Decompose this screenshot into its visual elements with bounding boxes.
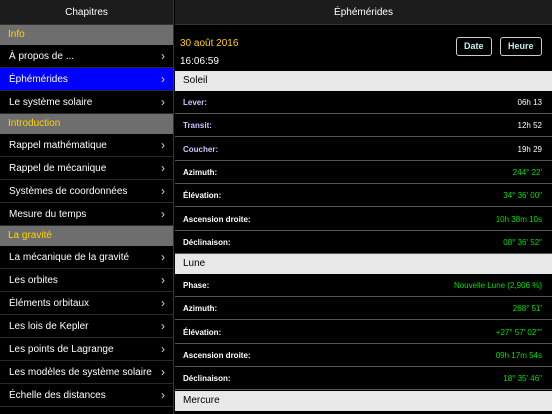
chevron-right-icon: ›	[161, 161, 165, 175]
time-button[interactable]: Heure	[500, 37, 542, 56]
chevron-right-icon: ›	[161, 49, 165, 63]
sidebar-item-le-systeme-solaire[interactable]: Le système solaire ›	[0, 91, 173, 114]
chevron-right-icon: ›	[161, 296, 165, 310]
sidebar-item-elements-orbitaux[interactable]: Éléments orbitaux ›	[0, 292, 173, 315]
sidebar-item-les-orbites[interactable]: Les orbites ›	[0, 269, 173, 292]
sidebar-item-label: Rappel mathématique	[9, 140, 107, 151]
sidebar-item-les-modeles-de-systeme-solaire[interactable]: Les modèles de système solaire ›	[0, 361, 173, 384]
sidebar-title: Chapitres	[0, 0, 173, 25]
chevron-right-icon: ›	[161, 207, 165, 221]
row-label: Déclinaison:	[183, 374, 231, 384]
sidebar-item-label: Les points de Lagrange	[9, 344, 114, 355]
chevron-right-icon: ›	[161, 319, 165, 333]
row-value: Nouvelle Lune (2,906 %)	[453, 281, 542, 291]
row-label: Ascension droite:	[183, 351, 251, 360]
ephemeris-row: Ascension droite: 09h 17m 54s	[175, 344, 552, 367]
row-label: Élévation:	[183, 327, 222, 337]
row-value: 244° 22'	[512, 167, 542, 177]
current-time: 16:06:59	[180, 56, 219, 67]
section-header-info: Info	[0, 25, 173, 45]
row-label: Phase:	[183, 281, 210, 291]
row-label: Transit:	[183, 121, 212, 131]
date-button[interactable]: Date	[456, 37, 492, 56]
chevron-right-icon: ›	[161, 273, 165, 287]
row-value: 09h 17m 54s	[495, 351, 542, 360]
ephemeris-row: Élévation: 34° 36' 00"	[175, 184, 552, 208]
page-title: Éphémérides	[175, 0, 552, 25]
sidebar-item-label: Éphémérides	[9, 74, 68, 85]
current-date: 30 août 2016	[180, 38, 239, 49]
sidebar-item-label: Les lois de Kepler	[9, 321, 89, 332]
sidebar-item-label: Éléments orbitaux	[9, 298, 90, 309]
ephemeris-row: Ascension droite: 10h 38m 10s	[175, 208, 552, 231]
row-value: 08° 36' 52"	[503, 237, 542, 247]
row-label: Azimuth:	[183, 167, 218, 177]
row-label: Lever:	[183, 98, 208, 107]
ephemeris-row: Déclinaison: 18° 35' 46"	[175, 367, 552, 391]
chevron-right-icon: ›	[161, 95, 165, 109]
sidebar-item-label: Les orbites	[9, 275, 58, 286]
chevron-right-icon: ›	[161, 72, 165, 86]
row-value: 268° 51'	[512, 304, 542, 314]
chevron-right-icon: ›	[161, 250, 165, 264]
sidebar-item-les-points-de-lagrange[interactable]: Les points de Lagrange ›	[0, 338, 173, 361]
row-label: Déclinaison:	[183, 237, 231, 247]
group-title-mercure: Mercure	[175, 390, 552, 411]
row-label: Azimuth:	[183, 304, 218, 314]
row-value: 19h 29	[517, 144, 542, 154]
chevron-right-icon: ›	[161, 342, 165, 356]
sidebar-item-echelle-des-distances[interactable]: Échelle des distances ›	[0, 384, 173, 407]
sidebar-item-label: Rappel de mécanique	[9, 163, 107, 174]
sidebar-item-label: À propos de ...	[9, 51, 75, 62]
sidebar-item-label: Mesure du temps	[9, 209, 87, 220]
row-label: Ascension droite:	[183, 214, 251, 224]
sidebar-item-label: La mécanique de la gravité	[9, 252, 130, 263]
row-value: 10h 38m 10s	[495, 214, 542, 224]
row-label: Coucher:	[183, 144, 219, 154]
chevron-right-icon: ›	[161, 388, 165, 402]
section-header-la-gravite: La gravité	[0, 226, 173, 246]
sidebar-item-la-mecanique-de-la-gravite[interactable]: La mécanique de la gravité ›	[0, 246, 173, 269]
ephemeris-row: Lever: 06h 13	[175, 91, 552, 114]
sidebar: Chapitres Info À propos de ... › Éphéméride…	[0, 0, 174, 414]
sidebar-item-systemes-de-coordonnees[interactable]: Systèmes de coordonnées ›	[0, 180, 173, 203]
chevron-right-icon: ›	[161, 365, 165, 379]
sidebar-item-label: Le système solaire	[9, 97, 93, 108]
sidebar-item-rappel-de-mecanique[interactable]: Rappel de mécanique ›	[0, 157, 173, 180]
ephemeris-row: Phase: Nouvelle Lune (2,906 %)	[175, 274, 552, 298]
sidebar-item-label: Échelle des distances	[9, 390, 106, 401]
sidebar-item-les-lois-de-kepler[interactable]: Les lois de Kepler ›	[0, 315, 173, 338]
sidebar-item-rappel-mathematique[interactable]: Rappel mathématique ›	[0, 134, 173, 157]
chevron-right-icon: ›	[161, 138, 165, 152]
row-value: 18° 35' 46"	[503, 374, 542, 384]
ephemeris-row: Transit: 12h 52	[175, 114, 552, 138]
chapter-list: Info À propos de ... › Éphémérides › Le systè…	[0, 25, 173, 407]
row-value: 06h 13	[517, 98, 542, 107]
group-title-lune: Lune	[175, 254, 552, 275]
ephemeris-row: Azimuth: 244° 22'	[175, 161, 552, 184]
row-value: +27° 57' 02""	[495, 327, 542, 337]
chevron-right-icon: ›	[161, 184, 165, 198]
ephemeris-row: Azimuth: 268° 51'	[175, 297, 552, 321]
sidebar-item-label: Les modèles de système solaire	[9, 367, 152, 378]
main-panel: Éphémérides 30 août 2016 16:06:59 Date H…	[175, 0, 552, 414]
row-value: 34° 36' 00"	[503, 191, 542, 201]
sidebar-item-a-propos-de[interactable]: À propos de ... ›	[0, 45, 173, 68]
sidebar-item-ephemerides[interactable]: Éphémérides ›	[0, 68, 173, 91]
group-title-soleil: Soleil	[175, 71, 552, 91]
section-header-introduction: Introduction	[0, 114, 173, 134]
sidebar-item-mesure-du-temps[interactable]: Mesure du temps ›	[0, 203, 173, 226]
ephemeris-row: Élévation: +27° 57' 02""	[175, 321, 552, 344]
ephemeris-row: Déclinaison: 08° 36' 52"	[175, 231, 552, 254]
sidebar-item-label: Systèmes de coordonnées	[9, 186, 128, 197]
row-label: Élévation:	[183, 191, 222, 201]
row-value: 12h 52	[517, 121, 542, 131]
ephemeris-row: Coucher: 19h 29	[175, 138, 552, 161]
